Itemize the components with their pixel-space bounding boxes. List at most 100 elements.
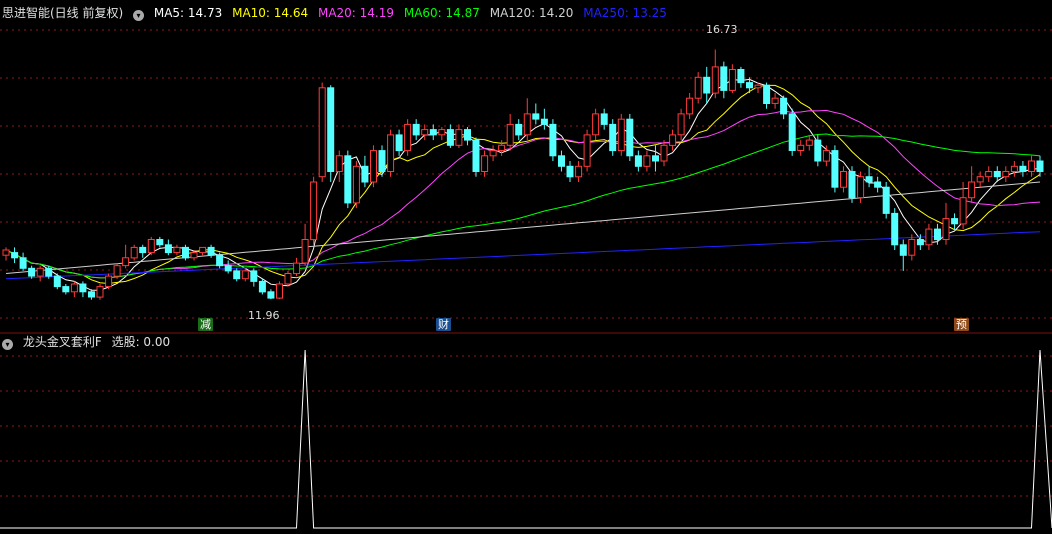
candle-body[interactable] <box>96 286 104 298</box>
candle-body[interactable] <box>190 252 198 259</box>
candle-body[interactable] <box>720 66 728 91</box>
candle-body[interactable] <box>113 265 121 277</box>
candle-body[interactable] <box>276 283 283 299</box>
candle-body[interactable] <box>446 129 454 146</box>
candle-body[interactable] <box>592 113 600 136</box>
candle-body[interactable] <box>840 171 847 188</box>
candle-body[interactable] <box>421 129 429 136</box>
candle-body[interactable] <box>438 129 446 136</box>
candle-body[interactable] <box>241 270 249 280</box>
candle-body[interactable] <box>558 155 565 167</box>
candle-body[interactable] <box>250 270 258 282</box>
candle-body[interactable] <box>805 139 813 146</box>
candle-body[interactable] <box>925 228 933 246</box>
candle-body[interactable] <box>814 139 822 162</box>
candle-body[interactable] <box>284 273 292 285</box>
candle-body[interactable] <box>583 134 591 167</box>
candle-body[interactable] <box>387 134 395 172</box>
candle-body[interactable] <box>694 76 702 99</box>
candle-body[interactable] <box>1019 165 1027 173</box>
candle-body[interactable] <box>361 165 369 183</box>
candle-body[interactable] <box>19 257 27 269</box>
candle-body[interactable] <box>711 66 719 94</box>
candle-body[interactable] <box>139 246 147 254</box>
candle-body[interactable] <box>754 84 762 89</box>
candle-body[interactable] <box>985 171 993 178</box>
chevron-down-icon[interactable]: ▾ <box>133 10 145 21</box>
candle-body[interactable] <box>404 123 412 152</box>
candle-body[interactable] <box>934 228 941 241</box>
candle-body[interactable] <box>993 171 1001 178</box>
candle-body[interactable] <box>857 176 865 199</box>
candle-body[interactable] <box>216 254 224 267</box>
candle-body[interactable] <box>976 176 984 183</box>
candle-body[interactable] <box>310 181 318 241</box>
marker-forecast[interactable]: 预 <box>954 318 969 331</box>
candle-body[interactable] <box>515 123 523 136</box>
marker-reduce[interactable]: 减 <box>198 318 213 331</box>
candle-body[interactable] <box>951 218 959 225</box>
candle-body[interactable] <box>669 134 677 146</box>
candle-body[interactable] <box>130 246 138 259</box>
candle-body[interactable] <box>891 212 899 246</box>
candle-body[interactable] <box>498 144 506 152</box>
candle-body[interactable] <box>652 155 659 162</box>
candle-body[interactable] <box>36 267 44 277</box>
candle-body[interactable] <box>532 113 540 120</box>
candle-body[interactable] <box>352 165 360 204</box>
candle-body[interactable] <box>1010 165 1018 173</box>
candle-body[interactable] <box>540 118 548 125</box>
candle-body[interactable] <box>233 270 241 280</box>
candle-body[interactable] <box>600 113 608 125</box>
candle-body[interactable] <box>207 246 215 256</box>
candle-body[interactable] <box>370 150 377 183</box>
candle-body[interactable] <box>105 275 113 288</box>
candle-body[interactable] <box>70 283 78 293</box>
candle-body[interactable] <box>771 97 779 104</box>
candle-body[interactable] <box>147 239 155 254</box>
candle-body[interactable] <box>378 150 386 173</box>
candle-body[interactable] <box>122 257 130 267</box>
marker-finance[interactable]: 财 <box>436 318 451 331</box>
candle-body[interactable] <box>660 144 668 162</box>
candle-body[interactable] <box>318 87 326 178</box>
candle-body[interactable] <box>62 286 70 293</box>
candle-body[interactable] <box>899 244 907 256</box>
candle-body[interactable] <box>258 280 266 293</box>
candle-body[interactable] <box>942 218 950 241</box>
candle-body[interactable] <box>472 139 480 173</box>
chevron-down-icon[interactable]: ▾ <box>2 339 13 350</box>
candle-body[interactable] <box>763 84 771 104</box>
candle-body[interactable] <box>267 291 275 299</box>
candlesticks[interactable] <box>2 49 1044 300</box>
candle-body[interactable] <box>412 123 420 136</box>
candle-body[interactable] <box>959 197 967 225</box>
candle-body[interactable] <box>686 97 694 115</box>
candle-body[interactable] <box>395 134 403 152</box>
candle-body[interactable] <box>728 69 736 91</box>
candle-body[interactable] <box>677 113 685 136</box>
candle-body[interactable] <box>45 267 53 277</box>
candle-body[interactable] <box>968 181 976 199</box>
candle-body[interactable] <box>327 87 335 172</box>
candle-body[interactable] <box>865 176 873 183</box>
candle-body[interactable] <box>199 246 207 254</box>
candle-body[interactable] <box>182 246 189 259</box>
candle-body[interactable] <box>88 291 95 298</box>
candle-body[interactable] <box>79 283 87 293</box>
candle-body[interactable] <box>173 246 181 254</box>
candle-body[interactable] <box>164 244 172 254</box>
kline-chart[interactable] <box>0 0 1052 534</box>
candle-body[interactable] <box>2 249 10 256</box>
candle-body[interactable] <box>506 123 514 146</box>
candle-body[interactable] <box>788 113 796 151</box>
candle-body[interactable] <box>301 239 309 264</box>
candle-body[interactable] <box>797 144 805 152</box>
candle-body[interactable] <box>643 155 651 167</box>
candle-body[interactable] <box>908 239 916 256</box>
candle-body[interactable] <box>848 171 856 199</box>
candle-body[interactable] <box>293 262 301 275</box>
candle-body[interactable] <box>634 155 642 167</box>
candle-body[interactable] <box>916 239 924 246</box>
candle-body[interactable] <box>523 113 531 136</box>
